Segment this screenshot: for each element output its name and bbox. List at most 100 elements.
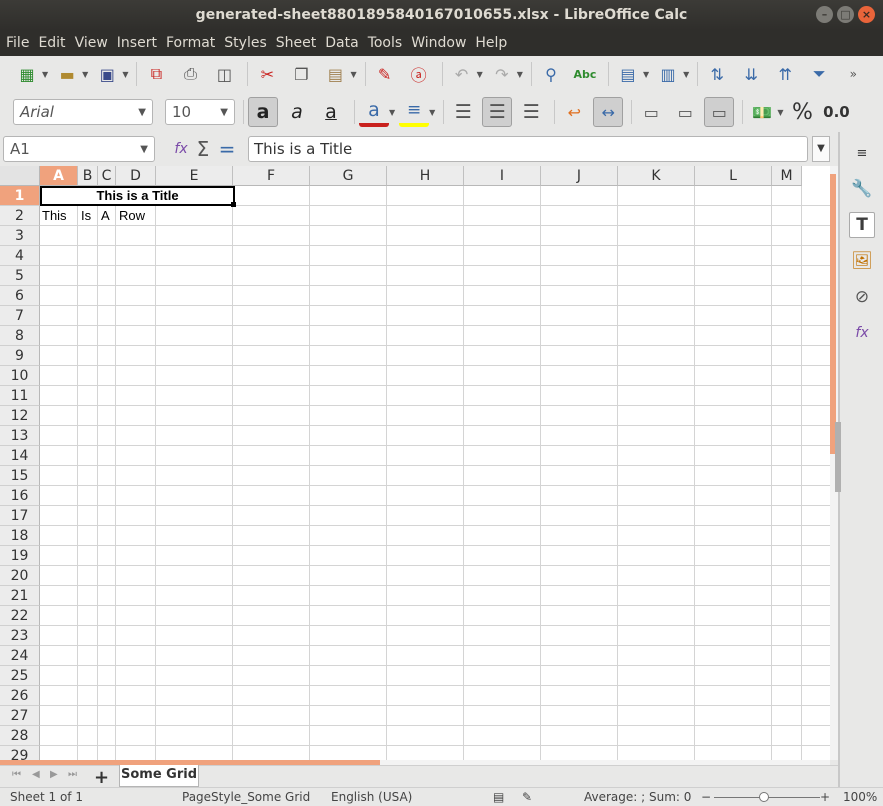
- fill-handle[interactable]: [231, 202, 236, 207]
- cell-a1[interactable]: This is a Title: [40, 186, 236, 207]
- menu-help[interactable]: Help: [475, 35, 513, 51]
- properties-wrench-icon[interactable]: 🔧: [849, 176, 875, 202]
- menu-insert[interactable]: Insert: [117, 35, 163, 51]
- menu-format[interactable]: Format: [166, 35, 221, 51]
- last-sheet-icon[interactable]: ⏭: [68, 769, 77, 780]
- font-name-combo[interactable]: Arial ▼: [13, 99, 153, 125]
- highlight-dropdown-icon[interactable]: ▼: [429, 108, 435, 117]
- row-icon[interactable]: ▤: [613, 59, 643, 89]
- row-header-4[interactable]: 4: [0, 246, 40, 266]
- autofilter-icon[interactable]: ⏷: [804, 59, 834, 89]
- column-header-c[interactable]: C: [98, 166, 116, 186]
- print-icon[interactable]: ⎙: [175, 59, 205, 89]
- sort-descending-icon[interactable]: ⇊: [736, 59, 766, 89]
- wrap-text-icon[interactable]: ↩: [559, 97, 589, 127]
- row-header-6[interactable]: 6: [0, 286, 40, 306]
- menu-window[interactable]: Window: [411, 35, 472, 51]
- column-dropdown-icon[interactable]: ▼: [683, 70, 689, 79]
- expand-formula-icon[interactable]: ▼: [812, 136, 830, 162]
- functions-icon[interactable]: fx: [849, 320, 875, 346]
- sort-ascending-icon[interactable]: ⇈: [770, 59, 800, 89]
- column-header-a[interactable]: A: [40, 166, 78, 186]
- scroll-thumb[interactable]: [830, 174, 836, 454]
- align-left-icon[interactable]: ☰: [448, 97, 478, 127]
- row-header-25[interactable]: 25: [0, 666, 40, 686]
- formula-icon[interactable]: =: [212, 134, 242, 164]
- zoom-out-icon[interactable]: −: [701, 790, 711, 804]
- name-box[interactable]: A1 ▼: [3, 136, 155, 162]
- cell-a2[interactable]: This: [40, 206, 67, 226]
- cell-c2[interactable]: A: [99, 206, 110, 226]
- print-preview-icon[interactable]: ◫: [209, 59, 239, 89]
- clone-formatting-icon[interactable]: ✎: [370, 59, 400, 89]
- align-top-icon[interactable]: ▭: [636, 97, 666, 127]
- row-header-2[interactable]: 2: [0, 206, 40, 226]
- page-style[interactable]: PageStyle_Some Grid: [182, 790, 310, 804]
- menu-styles[interactable]: Styles: [224, 35, 272, 51]
- row-header-12[interactable]: 12: [0, 406, 40, 426]
- column-header-i[interactable]: I: [464, 166, 541, 186]
- align-center-icon[interactable]: ☰: [482, 97, 513, 127]
- styles-icon[interactable]: T: [849, 212, 875, 238]
- chevron-down-icon[interactable]: ▼: [220, 107, 228, 118]
- zoom-in-icon[interactable]: +: [820, 790, 830, 804]
- highlight-color-icon[interactable]: ≡: [399, 97, 430, 127]
- font-color-dropdown-icon[interactable]: ▼: [389, 108, 395, 117]
- more-options-icon[interactable]: »: [838, 59, 868, 89]
- spelling-icon[interactable]: Abc: [570, 59, 600, 89]
- row-header-7[interactable]: 7: [0, 306, 40, 326]
- column-header-h[interactable]: H: [387, 166, 464, 186]
- column-header-k[interactable]: K: [618, 166, 695, 186]
- row-header-21[interactable]: 21: [0, 586, 40, 606]
- row-header-26[interactable]: 26: [0, 686, 40, 706]
- row-header-15[interactable]: 15: [0, 466, 40, 486]
- column-icon[interactable]: ▥: [653, 59, 683, 89]
- row-header-23[interactable]: 23: [0, 626, 40, 646]
- row-header-18[interactable]: 18: [0, 526, 40, 546]
- row-header-14[interactable]: 14: [0, 446, 40, 466]
- column-header-m[interactable]: M: [772, 166, 802, 186]
- menu-tools[interactable]: Tools: [368, 35, 409, 51]
- sheet-tab[interactable]: Some Grid: [119, 765, 199, 787]
- next-sheet-icon[interactable]: ▶: [50, 769, 58, 780]
- row-header-16[interactable]: 16: [0, 486, 40, 506]
- row-header-11[interactable]: 11: [0, 386, 40, 406]
- open-dropdown-icon[interactable]: ▼: [82, 70, 88, 79]
- sidebar-collapse-handle[interactable]: [835, 422, 841, 492]
- underline-icon[interactable]: a: [316, 97, 346, 127]
- new-dropdown-icon[interactable]: ▼: [42, 70, 48, 79]
- zoom-level[interactable]: 100%: [843, 790, 877, 804]
- row-header-10[interactable]: 10: [0, 366, 40, 386]
- selection-mode-icon[interactable]: ▤: [493, 790, 504, 804]
- navigator-icon[interactable]: ⊘: [849, 284, 875, 310]
- row-header-20[interactable]: 20: [0, 566, 40, 586]
- row-header-22[interactable]: 22: [0, 606, 40, 626]
- row-header-8[interactable]: 8: [0, 326, 40, 346]
- row-header-27[interactable]: 27: [0, 706, 40, 726]
- gallery-icon[interactable]: 🖼: [849, 248, 875, 274]
- row-header-5[interactable]: 5: [0, 266, 40, 286]
- row-header-9[interactable]: 9: [0, 346, 40, 366]
- language[interactable]: English (USA): [331, 790, 412, 804]
- paste-icon[interactable]: ▤: [320, 59, 350, 89]
- cell-b2[interactable]: Is: [79, 206, 91, 226]
- chevron-down-icon[interactable]: ▼: [138, 107, 146, 118]
- menu-data[interactable]: Data: [325, 35, 364, 51]
- export-pdf-icon[interactable]: ⧉: [141, 59, 171, 89]
- column-header-g[interactable]: G: [310, 166, 387, 186]
- find-replace-icon[interactable]: ⚲: [536, 59, 566, 89]
- column-header-l[interactable]: L: [695, 166, 772, 186]
- row-header-19[interactable]: 19: [0, 546, 40, 566]
- align-right-icon[interactable]: ☰: [516, 97, 546, 127]
- currency-icon[interactable]: 💵: [747, 97, 777, 127]
- align-middle-icon[interactable]: ▭: [670, 97, 700, 127]
- document-modified-icon[interactable]: ✎: [522, 790, 532, 804]
- decimal-format-icon[interactable]: 0.0: [821, 97, 851, 127]
- save-icon[interactable]: ▣: [92, 59, 122, 89]
- redo-dropdown-icon[interactable]: ▼: [517, 70, 523, 79]
- row-dropdown-icon[interactable]: ▼: [643, 70, 649, 79]
- italic-icon[interactable]: a: [282, 97, 312, 127]
- undo-dropdown-icon[interactable]: ▼: [477, 70, 483, 79]
- row-header-28[interactable]: 28: [0, 726, 40, 746]
- column-header-e[interactable]: E: [156, 166, 233, 186]
